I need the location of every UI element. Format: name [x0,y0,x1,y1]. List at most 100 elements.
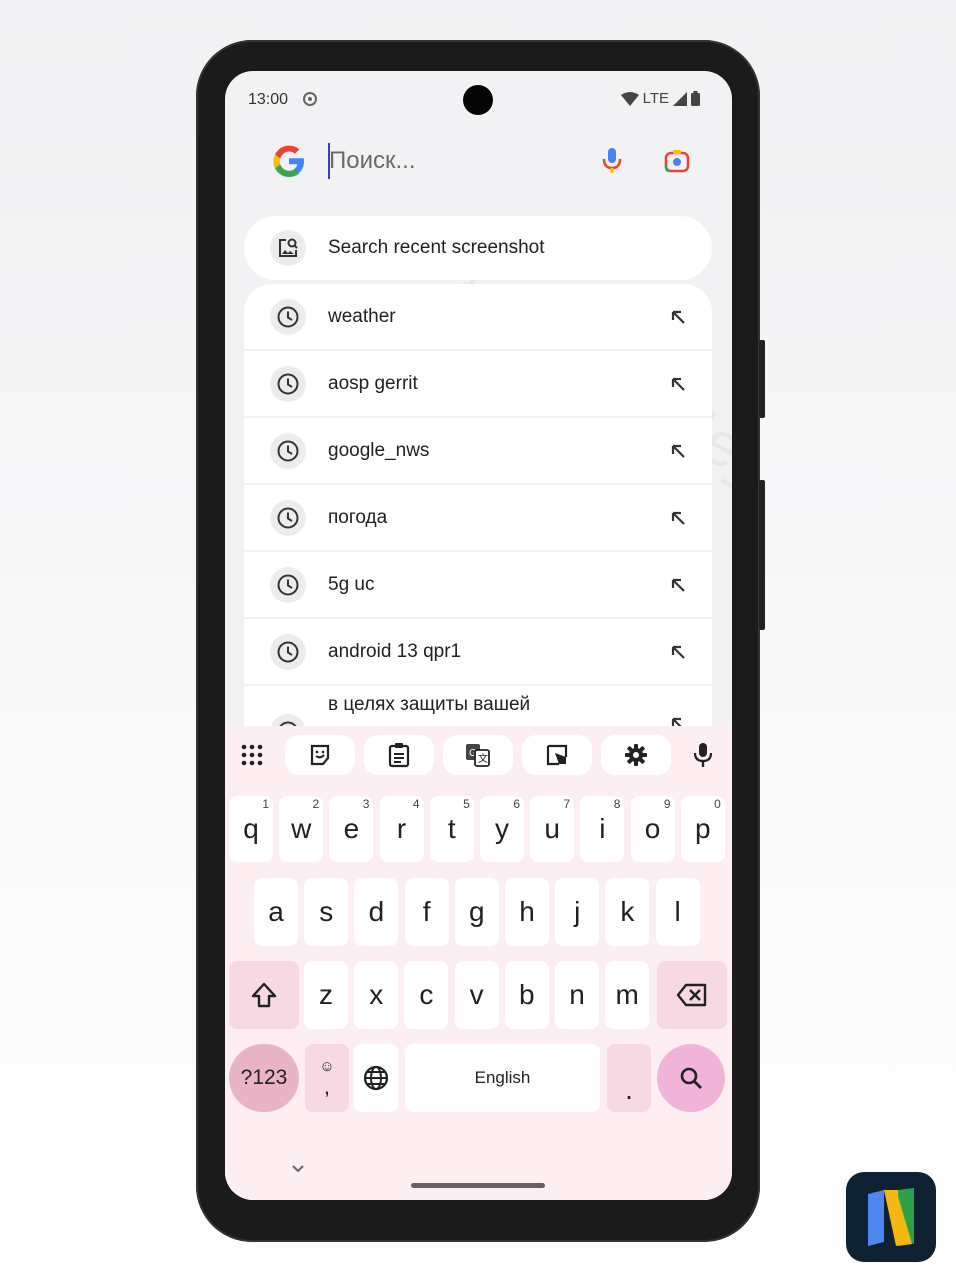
apps-grid-icon[interactable] [230,735,274,775]
key-c[interactable]: c [404,961,449,1029]
key-f[interactable]: f [404,878,449,946]
key-label: w [291,813,312,844]
key-label: n [569,979,585,1010]
history-item[interactable]: погода [244,485,712,551]
key-label: r [396,813,407,844]
language-key[interactable] [354,1044,398,1112]
emoji-comma-key[interactable]: ☺, [305,1044,349,1112]
key-s[interactable]: s [304,878,349,946]
search-bar [225,129,732,193]
key-label: ?123 [240,1066,288,1089]
key-n[interactable]: n [555,961,599,1029]
backspace-key[interactable] [657,961,727,1029]
key-w[interactable]: w2 [279,796,324,862]
fill-query-arrow-icon[interactable] [668,374,688,394]
key-u[interactable]: u7 [530,796,575,862]
fill-query-arrow-icon[interactable] [668,441,688,461]
search-input[interactable] [329,139,569,183]
key-label: m [615,979,639,1010]
key-g[interactable]: g [454,878,499,946]
fill-query-arrow-icon[interactable] [668,575,688,595]
fill-query-arrow-icon[interactable] [668,307,688,327]
clock-icon [270,366,306,402]
history-item-text: google_nws [328,440,430,461]
clock-icon [270,567,306,603]
key-z[interactable]: z [304,961,348,1029]
history-item[interactable]: google_nws [244,418,712,484]
image-search-icon [270,230,306,266]
key-l[interactable]: l [655,878,700,946]
key-label: j [574,896,581,927]
key-label: q [243,813,259,844]
key-x[interactable]: x [354,961,399,1029]
clock-icon [270,299,306,335]
key-label: f [422,896,431,927]
phone-screen: 13:00 LTE t.me/googl [225,71,732,1200]
key-label: z [319,979,333,1010]
battery-icon [691,91,700,106]
key-p[interactable]: p0 [680,796,725,862]
history-item-text: android 13 qpr1 [328,641,462,662]
key-label: v [469,979,484,1010]
home-gesture-bar[interactable] [411,1183,545,1188]
key-r[interactable]: r4 [379,796,424,862]
key-j[interactable]: j [555,878,600,946]
history-item[interactable]: 5g uc [244,552,712,618]
space-key[interactable]: English [405,1044,600,1112]
key-number-hint: 0 [714,797,721,811]
search-action-key[interactable] [657,1044,725,1112]
key-number-hint: 2 [312,797,320,811]
fill-query-arrow-icon[interactable] [668,508,688,528]
history-item-text: погода [328,507,388,528]
key-k[interactable]: k [605,878,650,946]
microphone-icon[interactable] [601,147,623,175]
history-item[interactable]: weather [244,284,712,350]
key-h[interactable]: h [505,878,549,946]
backspace-icon [676,983,707,1007]
fill-query-arrow-icon[interactable] [668,642,688,662]
microphone-icon[interactable] [681,735,725,775]
sticker-icon[interactable] [285,735,355,775]
key-i[interactable]: i8 [580,796,625,862]
symbols-key[interactable]: ?123 [229,1044,299,1112]
key-number-hint: 4 [412,797,420,811]
globe-icon [363,1065,389,1091]
key-label: p [695,813,711,844]
svg-text:文: 文 [478,752,488,765]
history-item[interactable]: android 13 qpr1 [244,619,712,685]
lens-icon[interactable] [664,149,690,173]
key-e[interactable]: e3 [329,796,374,862]
key-b[interactable]: b [504,961,549,1029]
key-label: e [343,813,360,844]
key-d[interactable]: d [354,878,399,946]
channel-logo [846,1172,936,1262]
key-label: o [644,813,661,844]
period-key[interactable]: . [607,1044,651,1112]
key-q[interactable]: q1 [229,796,273,862]
shift-key[interactable] [229,961,299,1029]
google-logo[interactable] [271,143,307,179]
key-m[interactable]: m [605,961,650,1029]
key-o[interactable]: o9 [630,796,675,862]
clock-icon [270,634,306,670]
key-t[interactable]: t5 [429,796,474,862]
key-a[interactable]: a [254,878,298,946]
key-label: t [447,813,456,844]
translate-icon[interactable]: G文 [443,735,513,775]
clock-icon [270,500,306,536]
shift-icon [251,982,277,1008]
clipboard-icon[interactable] [364,735,434,775]
settings-icon[interactable] [601,735,671,775]
key-label: . [625,1074,633,1105]
key-y[interactable]: y6 [480,796,524,862]
key-v[interactable]: v [454,961,499,1029]
key-label: d [368,896,385,927]
power-button [759,340,765,418]
hide-keyboard-icon[interactable] [291,1160,305,1178]
history-item[interactable]: aosp gerrit [244,351,712,417]
floating-keyboard-icon[interactable] [522,735,592,775]
screenshot-suggestion[interactable]: Search recent screenshot [244,216,712,280]
volume-button [759,480,765,630]
key-number-hint: 9 [663,797,671,811]
key-number-hint: 5 [463,797,470,811]
